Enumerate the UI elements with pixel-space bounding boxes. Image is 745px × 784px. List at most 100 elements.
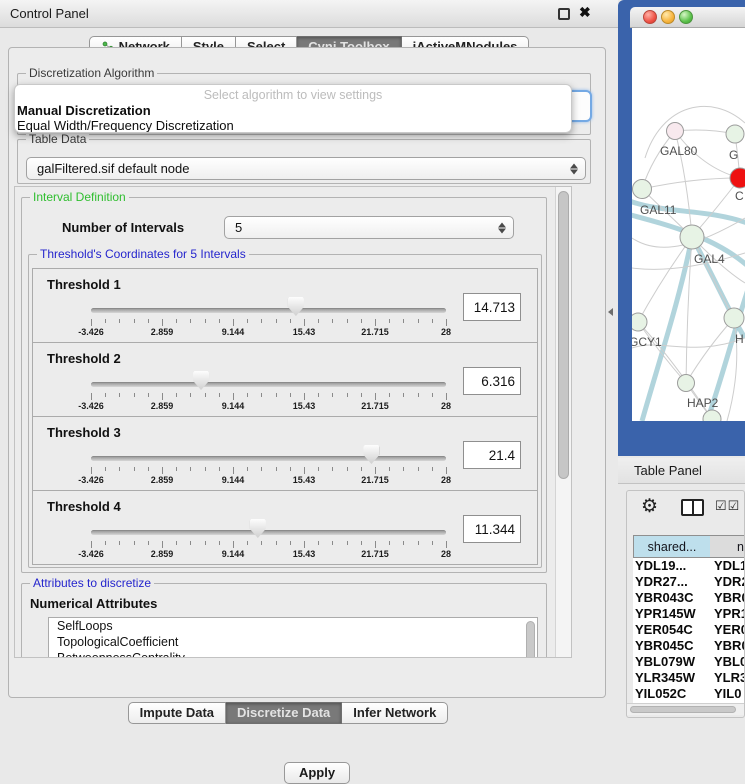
cell-shared-name[interactable]: YBR045C xyxy=(635,638,711,654)
cell-shared-name[interactable]: YER054C xyxy=(635,622,711,638)
node-table-body[interactable]: YDL19...YDL1YDR27...YDR2YBR043CYBR0YPR14… xyxy=(633,558,745,703)
attribute-list-item[interactable]: BetweennessCentrality xyxy=(49,650,537,658)
close-icon[interactable]: ✖ xyxy=(579,4,591,21)
cell-name[interactable]: YDL1 xyxy=(714,558,745,574)
slider-tick-labels: -3.4262.8599.14415.4321.71528 xyxy=(91,475,446,487)
dropdown-option-equal-width-frequency[interactable]: Equal Width/Frequency Discretization xyxy=(15,118,571,133)
network-node-bottom-partial[interactable] xyxy=(703,410,721,421)
table-row[interactable]: YLR345WYLR3 xyxy=(633,670,745,686)
zoom-traffic-light-icon[interactable] xyxy=(679,10,693,24)
table-row[interactable]: YBR045CYBR0 xyxy=(633,638,745,654)
network-view-window[interactable]: GAL80 G C GAL11 GAL4 GCY1 H HAP2 xyxy=(618,0,745,456)
network-node-gal11[interactable] xyxy=(633,180,652,199)
attribute-list-item[interactable]: TopologicalCoefficient xyxy=(49,634,537,650)
gear-icon[interactable]: ⚙ xyxy=(641,495,658,518)
slider-tick xyxy=(119,467,120,471)
threshold-3-value-field[interactable] xyxy=(463,441,521,469)
slider-tick xyxy=(361,393,362,397)
slider-track[interactable] xyxy=(91,382,446,387)
cell-shared-name[interactable]: YBL079W xyxy=(635,654,711,670)
cell-shared-name[interactable]: YPR145W xyxy=(635,606,711,622)
cell-name[interactable]: YBL0 xyxy=(714,654,745,670)
table-row[interactable]: YIL052CYIL0 xyxy=(633,686,745,702)
numerical-attributes-list[interactable]: SelfLoopsTopologicalCoefficientBetweenne… xyxy=(48,617,538,658)
slider-tick-label: 2.859 xyxy=(151,327,174,337)
cell-name[interactable]: YPR1 xyxy=(714,606,745,622)
slider-tick xyxy=(162,319,163,326)
slider-tick xyxy=(375,393,376,400)
cell-shared-name[interactable]: YDR27... xyxy=(635,574,711,590)
network-edge xyxy=(642,131,675,189)
network-node-red-selected[interactable] xyxy=(730,168,745,188)
table-row[interactable]: YDR27...YDR2 xyxy=(633,574,745,590)
numerical-attributes-label: Numerical Attributes xyxy=(30,596,157,611)
slider-tick-label: -3.426 xyxy=(78,401,104,411)
column-header-shared-name[interactable]: shared... xyxy=(633,535,711,558)
table-row[interactable]: YBL079WYBL0 xyxy=(633,654,745,670)
panel-splitter-collapse-icon[interactable] xyxy=(608,308,613,316)
network-node-gcy1[interactable] xyxy=(632,313,647,331)
table-row[interactable]: YDL19...YDL1 xyxy=(633,558,745,574)
slider-tick xyxy=(247,319,248,323)
cell-name[interactable]: YBR0 xyxy=(714,590,745,606)
slider-tick xyxy=(105,541,106,545)
dropdown-prompt-item[interactable]: Select algorithm to view settings xyxy=(15,87,571,103)
minimize-traffic-light-icon[interactable] xyxy=(661,10,675,24)
cell-name[interactable]: YER0 xyxy=(714,622,745,638)
slider-track[interactable] xyxy=(91,308,446,313)
close-traffic-light-icon[interactable] xyxy=(643,10,657,24)
slider-track[interactable] xyxy=(91,456,446,461)
threshold-4-value-field[interactable] xyxy=(463,515,521,543)
dropdown-option-manual-discretization[interactable]: Manual Discretization xyxy=(15,103,571,118)
tab-discretize-data[interactable]: Discretize Data xyxy=(226,702,342,724)
attribute-list-item[interactable]: SelfLoops xyxy=(49,618,537,634)
column-checkboxes-icon[interactable]: ☑☑ xyxy=(715,498,740,514)
cell-name[interactable]: YLR3 xyxy=(714,670,745,686)
network-node-pink[interactable] xyxy=(667,123,684,140)
table-row[interactable]: YPR145WYPR1 xyxy=(633,606,745,622)
cell-shared-name[interactable]: YDL19... xyxy=(635,558,711,574)
cell-name[interactable]: YDR2 xyxy=(714,574,745,590)
network-node-hap2[interactable] xyxy=(678,375,695,392)
settings-scrollbar-track[interactable] xyxy=(555,187,571,657)
split-table-icon[interactable] xyxy=(681,499,704,516)
slider-tick xyxy=(403,467,404,471)
table-hscrollbar-track[interactable] xyxy=(627,703,745,715)
threshold-1-value-field[interactable] xyxy=(463,293,521,321)
cell-name[interactable]: YBR0 xyxy=(714,638,745,654)
threshold-2-value-field[interactable] xyxy=(463,367,521,395)
slider-track[interactable] xyxy=(91,530,446,535)
tab-infer-network[interactable]: Infer Network xyxy=(342,702,448,724)
float-window-icon[interactable] xyxy=(558,8,570,20)
slider-tick xyxy=(446,393,447,400)
slider-tick xyxy=(304,467,305,474)
settings-scrollbar-thumb[interactable] xyxy=(558,191,569,479)
cell-name[interactable]: YIL0 xyxy=(714,686,745,702)
column-header-name[interactable]: n xyxy=(710,535,745,558)
slider-thumb[interactable] xyxy=(363,445,379,464)
slider-tick xyxy=(134,467,135,471)
slider-tick xyxy=(332,319,333,323)
slider-tick xyxy=(105,467,106,471)
slider-tick xyxy=(91,319,92,326)
network-node-gal4[interactable] xyxy=(680,225,704,249)
attributes-list-scrollbar[interactable] xyxy=(526,621,535,658)
apply-button[interactable]: Apply xyxy=(284,762,350,784)
number-of-intervals-combobox[interactable]: 5 xyxy=(224,216,514,239)
network-node-right-mid[interactable] xyxy=(724,308,744,328)
algorithm-dropdown-popup: Select algorithm to view settings Manual… xyxy=(14,84,572,133)
slider-thumb[interactable] xyxy=(250,519,266,538)
cell-shared-name[interactable]: YLR345W xyxy=(635,670,711,686)
network-node-top-right[interactable] xyxy=(726,125,744,143)
slider-thumb[interactable] xyxy=(193,371,209,390)
network-canvas[interactable]: GAL80 G C GAL11 GAL4 GCY1 H HAP2 xyxy=(632,28,745,421)
cell-shared-name[interactable]: YBR043C xyxy=(635,590,711,606)
network-window-titlebar[interactable] xyxy=(630,7,745,28)
table-row[interactable]: YER054CYER0 xyxy=(633,622,745,638)
table-hscrollbar-thumb[interactable] xyxy=(630,706,736,713)
tab-impute-data[interactable]: Impute Data xyxy=(128,702,226,724)
slider-tick xyxy=(233,541,234,548)
cell-shared-name[interactable]: YIL052C xyxy=(635,686,711,702)
table-row[interactable]: YBR043CYBR0 xyxy=(633,590,745,606)
slider-thumb[interactable] xyxy=(288,297,304,316)
